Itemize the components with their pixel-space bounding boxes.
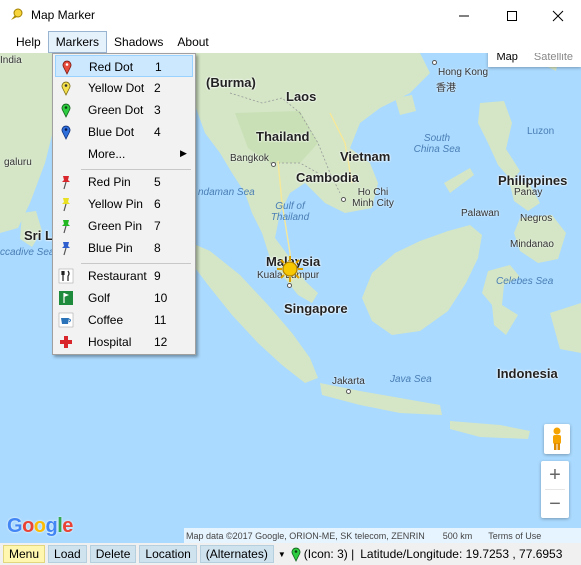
label-mindanao: Mindanao <box>510 239 554 250</box>
label-india: India <box>0 55 22 66</box>
label-galuru: galuru <box>4 157 32 168</box>
label-sri-lanka: Sri L <box>24 228 53 243</box>
minimize-button[interactable] <box>441 0 487 31</box>
menu-item-coffee[interactable]: Coffee 11 <box>55 309 193 331</box>
menu-about[interactable]: About <box>170 31 215 53</box>
menu-item-green-pin[interactable]: Green Pin 7 <box>55 215 193 237</box>
delete-button[interactable]: Delete <box>89 545 137 563</box>
menu-item-more[interactable]: More... ▶ <box>55 143 193 165</box>
location-button[interactable]: Location <box>139 545 197 563</box>
alternates-dropdown-icon[interactable]: ▼ <box>278 550 286 559</box>
menu-item-restaurant[interactable]: Restaurant 9 <box>55 265 193 287</box>
coffee-icon <box>58 312 74 328</box>
minimize-icon <box>459 15 469 16</box>
label-java-sea: Java Sea <box>390 374 432 385</box>
label-singapore: Singapore <box>284 301 348 316</box>
zoom-out-button[interactable]: − <box>541 490 569 518</box>
map-attribution-bar: Map data ©2017 Google, ORION-ME, SK tele… <box>184 528 581 543</box>
menu-shadows[interactable]: Shadows <box>107 31 170 53</box>
label-laos: Laos <box>286 89 317 104</box>
city-dot-kuala-lumpur <box>287 283 292 288</box>
map-attribution: Map data ©2017 Google, ORION-ME, SK tele… <box>186 530 425 541</box>
city-dot-jakarta <box>346 389 351 394</box>
label-bangkok: Bangkok <box>230 153 269 164</box>
menu-item-yellow-dot[interactable]: Yellow Dot 2 <box>55 77 193 99</box>
sun-marker-icon[interactable] <box>276 255 304 283</box>
label-hong-kong-cn: 香港 <box>436 83 456 94</box>
menu-help[interactable]: Help <box>9 31 48 53</box>
load-button[interactable]: Load <box>48 545 87 563</box>
green-dot-icon <box>291 547 301 562</box>
menu-separator <box>81 169 191 170</box>
zoom-control: + − <box>541 461 569 518</box>
city-dot-ho-chi-minh <box>341 197 346 202</box>
red-pin-icon <box>62 176 70 190</box>
menu-item-golf[interactable]: Golf 10 <box>55 287 193 309</box>
map-terms-link[interactable]: Terms of Use <box>488 531 541 541</box>
maximize-button[interactable] <box>489 0 535 31</box>
green-dot-icon <box>61 103 71 118</box>
menu-item-yellow-pin[interactable]: Yellow Pin 6 <box>55 193 193 215</box>
map-type-satellite[interactable]: Satellite <box>526 53 581 67</box>
menu-bar: Help Markers Shadows About <box>0 31 581 53</box>
green-pin-icon <box>62 220 70 234</box>
alternates-button[interactable]: (Alternates) <box>199 545 274 563</box>
close-button[interactable] <box>535 0 581 31</box>
title-bar: Map Marker <box>0 0 581 31</box>
blue-dot-icon <box>61 125 71 140</box>
red-dot-icon <box>62 60 72 75</box>
close-icon <box>552 10 564 21</box>
golf-icon <box>59 291 73 305</box>
label-indonesia: Indonesia <box>497 366 558 381</box>
label-palawan: Palawan <box>461 208 500 219</box>
yellow-dot-icon <box>61 81 71 96</box>
map-type-control: Map Satellite <box>488 53 581 67</box>
menu-item-red-dot[interactable]: Red Dot 1 <box>55 55 193 77</box>
menu-button[interactable]: Menu <box>3 545 46 563</box>
street-view-pegman[interactable] <box>544 424 570 454</box>
menu-item-hospital[interactable]: Hospital 12 <box>55 331 193 353</box>
google-logo: Google <box>7 515 73 537</box>
label-thailand: Thailand <box>256 129 310 144</box>
app-pin-icon <box>11 8 23 20</box>
label-hong-kong: Hong Kong <box>438 67 489 78</box>
label-burma: (Burma) <box>206 75 256 90</box>
label-cambodia: Cambodia <box>296 170 359 185</box>
lat-lng-readout: Latitude/Longitude: 19.7253 , 77.6953 <box>360 547 563 561</box>
blue-pin-icon <box>62 242 70 256</box>
submenu-arrow-icon: ▶ <box>180 148 187 158</box>
restaurant-icon <box>58 268 74 284</box>
label-gulf-of-thailand: Gulf of Thailand <box>270 201 310 223</box>
yellow-pin-icon <box>62 198 70 212</box>
city-dot-hong-kong <box>432 60 437 65</box>
label-laccadive-sea: ccadive Sea <box>0 247 55 258</box>
pegman-icon <box>553 427 561 450</box>
menu-markers[interactable]: Markers <box>47 31 108 53</box>
menu-item-red-pin[interactable]: Red Pin 5 <box>55 171 193 193</box>
map-scale: 500 km <box>442 530 473 541</box>
label-andaman-sea: ndaman Sea <box>198 187 255 198</box>
maximize-icon <box>507 10 517 21</box>
menu-item-blue-dot[interactable]: Blue Dot 4 <box>55 121 193 143</box>
label-luzon: Luzon <box>527 126 555 137</box>
menu-separator <box>81 263 191 264</box>
label-jakarta: Jakarta <box>332 376 365 387</box>
label-panay: Panay <box>514 187 543 198</box>
label-ho-chi-minh: Ho Chi Minh City <box>352 187 394 209</box>
markers-dropdown: Red Dot 1 Yellow Dot 2 Green Dot 3 Blue … <box>52 53 196 355</box>
menu-item-green-dot[interactable]: Green Dot 3 <box>55 99 193 121</box>
menu-item-blue-pin[interactable]: Blue Pin 8 <box>55 237 193 259</box>
hospital-icon <box>60 336 72 348</box>
label-celebes-sea: Celebes Sea <box>496 276 554 287</box>
label-philippines: Philippines <box>498 173 568 188</box>
map-type-map[interactable]: Map <box>488 53 525 67</box>
status-bar: Menu Load Delete Location (Alternates) ▼… <box>0 543 581 565</box>
label-negros: Negros <box>520 213 553 224</box>
label-vietnam: Vietnam <box>340 149 391 164</box>
icon-number: (Icon: 3) | <box>303 547 355 561</box>
zoom-in-button[interactable]: + <box>541 461 569 489</box>
window-title: Map Marker <box>31 8 96 22</box>
label-south-china-sea: South China Sea <box>413 133 461 155</box>
city-dot-bangkok <box>271 162 276 167</box>
